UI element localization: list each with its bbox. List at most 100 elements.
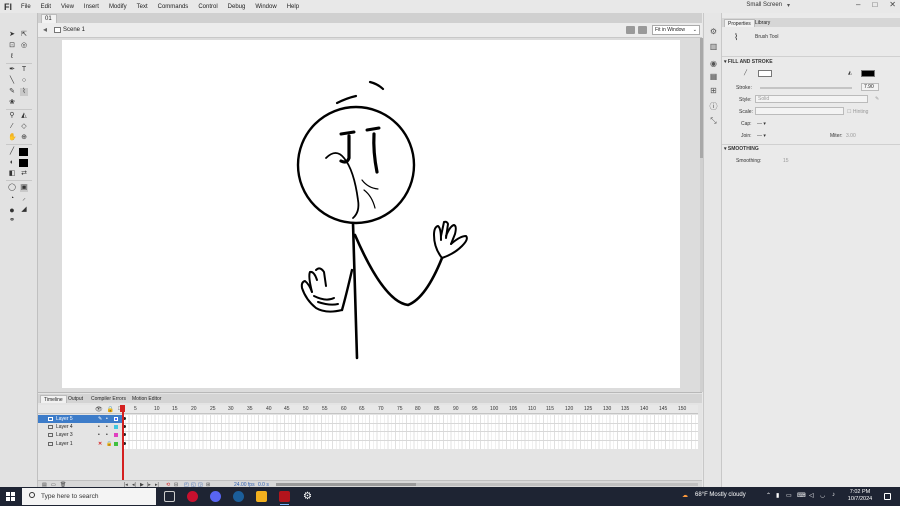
layer-color[interactable]	[114, 425, 118, 429]
tab-properties[interactable]: Properties	[724, 19, 755, 27]
layer-row[interactable]: Layer 5 ✎ •	[38, 415, 122, 423]
edit-scene-icon[interactable]	[626, 26, 635, 34]
menu-insert[interactable]: Insert	[79, 4, 104, 10]
file-explorer-icon[interactable]	[256, 491, 267, 502]
back-arrow-icon[interactable]: ◂	[43, 25, 47, 34]
zoom-tool-icon[interactable]: ⊕	[20, 134, 28, 142]
edit-style-icon[interactable]: ✎	[875, 96, 879, 102]
selection-tool-icon[interactable]: ➤	[8, 31, 16, 39]
oval-tool-icon[interactable]: ○	[20, 77, 28, 85]
chevron-down-icon[interactable]: ▾	[787, 2, 790, 9]
lasso-tool-icon[interactable]: ℓ	[8, 53, 16, 61]
discord-icon[interactable]	[210, 491, 221, 502]
visibility-dot[interactable]: •	[98, 423, 100, 431]
scrollbar-thumb[interactable]	[276, 483, 416, 486]
timeline-scrollbar[interactable]	[276, 483, 698, 486]
volume-icon[interactable]: ◁	[809, 492, 814, 499]
fill-color-icon[interactable]: ◐	[8, 159, 16, 167]
layer-row[interactable]: Layer 4 • •	[38, 423, 122, 431]
lock-dot[interactable]: •	[106, 423, 108, 431]
swatches-icon[interactable]: ▦	[709, 73, 718, 81]
fill-color-swatch[interactable]	[19, 159, 28, 167]
object-drawing-icon[interactable]: ◯	[8, 184, 16, 192]
stage[interactable]	[62, 40, 680, 388]
align-icon[interactable]: ⊞	[709, 87, 718, 95]
black-white-icon[interactable]: ◧	[8, 170, 16, 178]
speaker-icon[interactable]: ♪	[832, 492, 835, 498]
keyboard-icon[interactable]: ⌨	[797, 492, 806, 499]
menu-debug[interactable]: Debug	[223, 4, 251, 10]
settings-gear-icon[interactable]: ⚙	[302, 491, 313, 502]
free-transform-icon[interactable]: ⊡	[8, 42, 16, 50]
hand-tool-icon[interactable]: ✋	[8, 134, 17, 142]
deco-tool-icon[interactable]: ❀	[8, 99, 16, 107]
library-icon[interactable]: ▥	[709, 43, 718, 51]
menu-modify[interactable]: Modify	[104, 4, 132, 10]
steam-icon[interactable]	[233, 491, 244, 502]
color-icon[interactable]: ◉	[709, 60, 718, 68]
document-tab[interactable]: 01	[41, 14, 57, 23]
layer-color[interactable]	[114, 433, 118, 437]
clock[interactable]: 7:02 PM 10/7/2024	[846, 489, 874, 503]
layer-color[interactable]	[114, 417, 118, 421]
visibility-dot[interactable]: •	[98, 431, 100, 439]
join-select[interactable]: — ▾	[757, 133, 766, 139]
scene-label[interactable]: Scene 1	[63, 27, 85, 33]
transform-icon[interactable]: ⤡	[709, 117, 718, 125]
fill-stroke-header[interactable]: ▾ FILL AND STROKE	[724, 59, 773, 65]
layer-name[interactable]: Layer 1	[56, 440, 73, 448]
line-tool-icon[interactable]: ╲	[8, 77, 16, 85]
brush-size-icon[interactable]: ●	[8, 206, 16, 215]
tilt-icon[interactable]: ⚭	[8, 217, 16, 225]
menu-edit[interactable]: Edit	[36, 4, 56, 10]
stroke-color-icon[interactable]: ╱	[8, 148, 16, 156]
brush-tool-icon[interactable]: ⌇	[20, 88, 28, 96]
bone-tool-icon[interactable]: ⚲	[8, 112, 16, 120]
maximize-button[interactable]: □	[872, 0, 877, 9]
eye-icon[interactable]: 👁	[95, 406, 103, 413]
workspace-switcher[interactable]: Small Screen	[746, 2, 782, 8]
opera-icon[interactable]	[187, 491, 198, 502]
stroke-value[interactable]: 7.90	[861, 83, 879, 91]
tab-compiler-errors[interactable]: Compiler Errors	[88, 395, 129, 403]
task-view-icon[interactable]	[164, 491, 175, 502]
brush-mode-icon[interactable]: ◔	[8, 195, 16, 203]
menu-text[interactable]: Text	[132, 4, 153, 10]
stroke-color-swatch[interactable]	[19, 148, 28, 156]
paint-bucket-icon[interactable]: ◭	[20, 112, 28, 120]
eraser-icon[interactable]: ◇	[20, 123, 28, 131]
eyedropper-icon[interactable]: ⁄	[8, 123, 16, 131]
weather-text[interactable]: 68°F Mostly cloudy	[695, 492, 746, 498]
edit-symbols-icon[interactable]	[638, 26, 647, 34]
layer-name[interactable]: Layer 3	[56, 431, 73, 439]
tab-output[interactable]: Output	[65, 395, 86, 403]
subselection-tool-icon[interactable]: ⇱	[20, 31, 28, 39]
style-select[interactable]: Solid	[755, 95, 868, 103]
pencil-tool-icon[interactable]: ✎	[8, 88, 16, 96]
tab-motion-editor[interactable]: Motion Editor	[129, 395, 164, 403]
battery-icon[interactable]: ▮	[776, 492, 779, 499]
windows-start-icon[interactable]	[6, 492, 15, 501]
scale-select[interactable]	[755, 107, 844, 115]
lock-dot[interactable]: •	[106, 431, 108, 439]
layer-row[interactable]: Layer 1 ✕ 🔒	[38, 440, 122, 448]
smoothing-header[interactable]: ▾ SMOOTHING	[724, 146, 759, 152]
pressure-icon[interactable]: ⸝	[20, 195, 28, 203]
text-tool-icon[interactable]: T	[20, 66, 28, 74]
swap-colors-icon[interactable]: ⇄	[20, 170, 28, 178]
hinting-checkbox[interactable]: ☐ Hinting	[847, 109, 868, 115]
layer-color[interactable]	[114, 442, 118, 446]
3d-rotation-icon[interactable]: ◎	[20, 42, 28, 50]
minimize-button[interactable]: –	[856, 0, 860, 9]
animate-icon[interactable]	[279, 491, 290, 505]
menu-file[interactable]: File	[16, 4, 36, 10]
tab-library[interactable]: Library	[752, 19, 773, 27]
wifi-icon[interactable]: ◡	[820, 492, 825, 499]
lock-fill-icon[interactable]: ▣	[20, 184, 28, 192]
menu-view[interactable]: View	[56, 4, 79, 10]
menu-control[interactable]: Control	[193, 4, 222, 10]
hidden-x-icon[interactable]: ✕	[98, 440, 102, 448]
menu-help[interactable]: Help	[282, 4, 304, 10]
menu-commands[interactable]: Commands	[153, 4, 194, 10]
brush-shape-icon[interactable]: ◢	[20, 206, 28, 214]
